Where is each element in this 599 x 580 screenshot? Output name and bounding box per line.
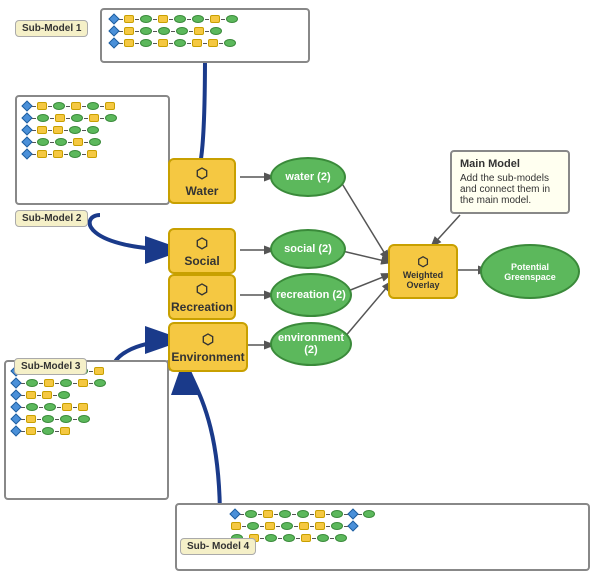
- social-oval[interactable]: social (2): [270, 229, 346, 269]
- environment-node[interactable]: ⬡ Environment: [168, 322, 248, 372]
- environment-icon: ⬡: [202, 331, 214, 348]
- recreation-oval[interactable]: recreation (2): [270, 273, 352, 317]
- mini-chain-row: [12, 415, 163, 423]
- mini-chain-row: [12, 427, 163, 435]
- social-icon: ⬡: [196, 235, 208, 252]
- water-oval[interactable]: water (2): [270, 157, 346, 197]
- mini-chain-row: [23, 114, 164, 122]
- mini-chain-row: [231, 510, 584, 518]
- weighted-overlay-node[interactable]: ⬡ Weighted Overlay: [388, 244, 458, 299]
- submodel4-label: Sub- Model 4: [180, 538, 256, 555]
- mini-chain-row: [23, 102, 164, 110]
- tooltip-description: Add the sub-models and connect them in t…: [460, 173, 560, 206]
- water-node[interactable]: ⬡ Water: [168, 158, 236, 204]
- potential-greenspace-oval[interactable]: Potential Greenspace: [480, 244, 580, 299]
- mini-chain-row: [110, 39, 304, 47]
- mini-chain-row: [23, 150, 164, 158]
- mini-chain-row: [12, 403, 163, 411]
- mini-chain-row: [23, 138, 164, 146]
- submodel3-box: [4, 360, 169, 500]
- mini-chain-row: [12, 379, 163, 387]
- weighted-overlay-icon: ⬡: [417, 254, 428, 270]
- mini-chain-row: [231, 534, 584, 542]
- mini-chain-row: [23, 126, 164, 134]
- recreation-node[interactable]: ⬡ Recreation: [168, 274, 236, 320]
- mini-chain-row: [231, 522, 584, 530]
- mini-chain-row: [12, 391, 163, 399]
- submodel1-label: Sub-Model 1: [15, 20, 88, 37]
- environment-oval[interactable]: environment (2): [270, 322, 352, 366]
- tooltip-title: Main Model: [460, 158, 560, 170]
- social-node[interactable]: ⬡ Social: [168, 228, 236, 274]
- water-icon: ⬡: [196, 165, 208, 182]
- mini-chain-row: [110, 27, 304, 35]
- recreation-icon: ⬡: [196, 281, 208, 298]
- submodel2-label: Sub-Model 2: [15, 210, 88, 227]
- submodel3-label: Sub-Model 3: [14, 358, 87, 375]
- main-model-tooltip: Main Model Add the sub-models and connec…: [450, 150, 570, 214]
- submodel2-box: [15, 95, 170, 205]
- submodel1-box: [100, 8, 310, 63]
- mini-chain-row: [110, 15, 304, 23]
- submodel4-box: [175, 503, 590, 571]
